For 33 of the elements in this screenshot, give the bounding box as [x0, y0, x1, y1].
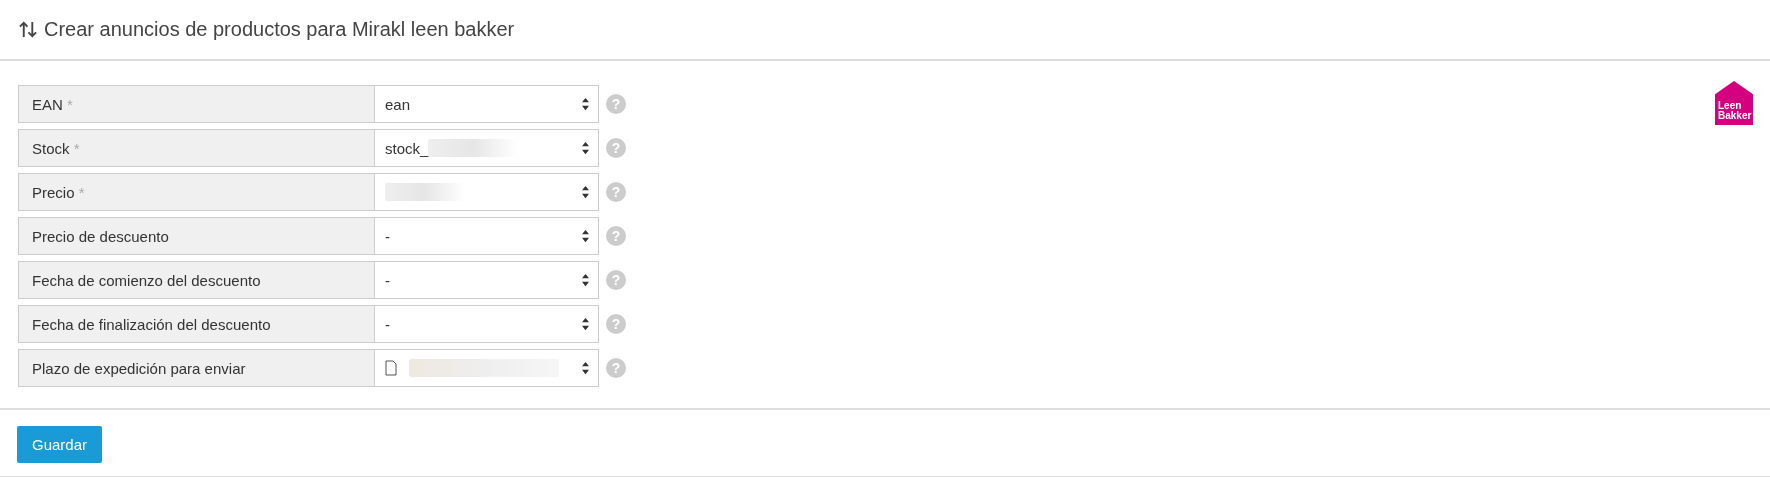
save-button[interactable]: Guardar [17, 426, 103, 463]
help-icon[interactable]: ? [606, 358, 626, 378]
caret-icon [581, 317, 590, 331]
field-label: Stock * [18, 129, 374, 167]
caret-icon [581, 273, 590, 287]
help-icon[interactable]: ? [606, 182, 626, 202]
file-icon [385, 360, 397, 376]
help-icon[interactable]: ? [606, 226, 626, 246]
select-field[interactable]: - [374, 217, 599, 255]
caret-icon [581, 185, 590, 199]
sort-arrows-icon [19, 20, 38, 39]
caret-icon [581, 361, 590, 375]
field-label: Fecha de finalización del descuento [18, 305, 374, 343]
caret-icon [581, 97, 590, 111]
select-field[interactable]: ean [374, 85, 599, 123]
select-field[interactable] [374, 173, 599, 211]
select-field[interactable]: - [374, 305, 599, 343]
field-label: Fecha de comienzo del descuento [18, 261, 374, 299]
field-label: Precio de descuento [18, 217, 374, 255]
select-field[interactable]: - [374, 261, 599, 299]
page-title: Crear anuncios de productos para Mirakl leen bakker [44, 18, 515, 41]
help-icon[interactable]: ? [606, 314, 626, 334]
select-field[interactable]: stock_ [374, 129, 599, 167]
caret-icon [581, 141, 590, 155]
brand-logo: Leen Bakker [1715, 81, 1753, 125]
help-icon[interactable]: ? [606, 94, 626, 114]
select-field[interactable] [374, 349, 599, 387]
field-label: EAN * [18, 85, 374, 123]
help-icon[interactable]: ? [606, 270, 626, 290]
help-icon[interactable]: ? [606, 138, 626, 158]
field-label: Plazo de expedición para enviar [18, 349, 374, 387]
caret-icon [581, 229, 590, 243]
field-label: Precio * [18, 173, 374, 211]
